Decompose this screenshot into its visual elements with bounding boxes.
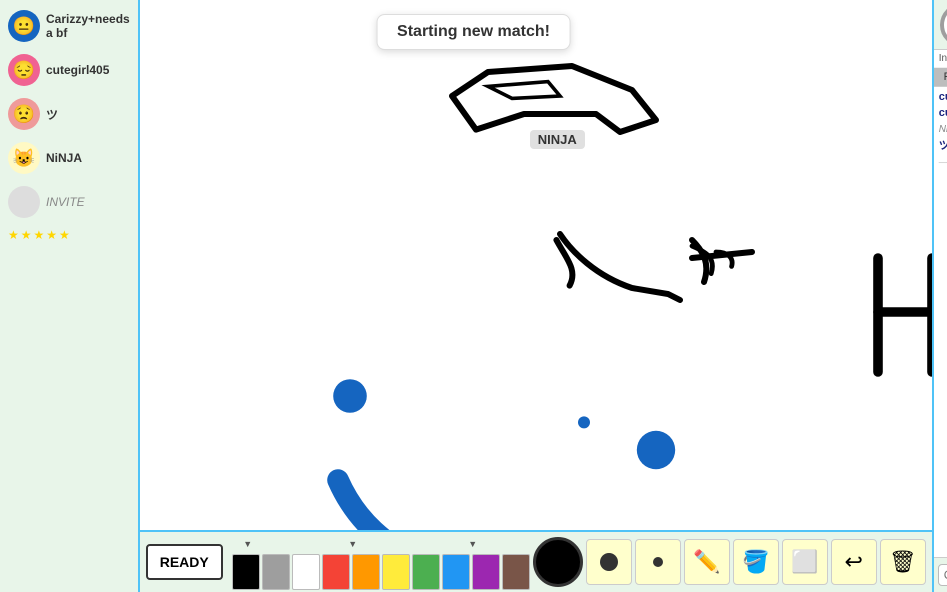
- right-panel: 89 ⋮ 🏠 Invitation: https://drawaria.onli…: [932, 0, 947, 592]
- player-item[interactable]: 😺 NiNJA: [0, 136, 138, 180]
- chat-message: cutegirl405: thats it: [939, 106, 947, 120]
- player-name: ツ: [46, 106, 58, 123]
- app-wrapper: Starting new match! 😐 Carizzy+needs a bf…: [0, 0, 947, 592]
- color-green[interactable]: [412, 554, 440, 590]
- chat-input[interactable]: [938, 564, 947, 586]
- color-gray[interactable]: [262, 554, 290, 590]
- msg-sender: cutegirl405:: [939, 107, 947, 119]
- chat-panel: Invitation: https://drawaria.online/roo …: [934, 50, 947, 592]
- undo-button[interactable]: ↩: [831, 539, 877, 585]
- center-col: NINJA READY ▼ ▼: [140, 0, 932, 592]
- content-row: 😐 Carizzy+needs a bf 😔 cutegirl405 😟 ツ 😺…: [0, 0, 947, 592]
- pencil-tool[interactable]: ✏️: [684, 539, 730, 585]
- chat-message: cutegirl405: there: [939, 90, 947, 104]
- color-orange[interactable]: [352, 554, 380, 590]
- palette-size-col: ▼ ▼ ▼: [232, 534, 530, 590]
- player-item[interactable]: 😐 Carizzy+needs a bf: [0, 4, 138, 48]
- player-name: Carizzy+needs a bf: [46, 12, 130, 40]
- color-palette: [232, 554, 530, 590]
- stars: ★★★★★: [8, 228, 72, 242]
- eraser-tool[interactable]: ⬜: [782, 539, 828, 585]
- invitation-bar: Invitation: https://drawaria.online/roo: [934, 50, 947, 68]
- sidebar: 😐 Carizzy+needs a bf 😔 cutegirl405 😟 ツ 😺…: [0, 0, 140, 592]
- size-arrow-medium: ▼: [338, 534, 368, 552]
- active-color-display[interactable]: [533, 537, 583, 587]
- stars-row: ★★★★★: [0, 224, 138, 246]
- right-top: 89 ⋮ 🏠: [934, 0, 947, 50]
- bottom-toolbar: READY ▼ ▼ ▼: [140, 530, 932, 592]
- color-red[interactable]: [322, 554, 350, 590]
- system-text: NiNJA connected: [939, 124, 947, 135]
- avatar-placeholder: [8, 186, 40, 218]
- avatar: 😺: [8, 142, 40, 174]
- avatar: 😟: [8, 98, 40, 130]
- msg-sender: ツ:: [939, 140, 947, 152]
- fill-tool[interactable]: 🪣: [733, 539, 779, 585]
- avatar: 😔: [8, 54, 40, 86]
- invite-item[interactable]: INVITE: [0, 180, 138, 224]
- player-item[interactable]: 😔 cutegirl405: [0, 48, 138, 92]
- notification-text: Starting new match!: [397, 23, 550, 40]
- clear-button[interactable]: 🗑: [880, 539, 926, 585]
- invite-label: INVITE: [46, 195, 85, 209]
- press-button-message: Press bottom left button: [934, 68, 947, 87]
- chat-divider-line: ──────── o: [939, 156, 947, 170]
- canvas-svg: [140, 0, 932, 530]
- avatar: 😐: [8, 10, 40, 42]
- color-purple[interactable]: [472, 554, 500, 590]
- player-item[interactable]: 😟 ツ: [0, 92, 138, 136]
- drawing-area[interactable]: NINJA: [140, 0, 932, 530]
- brush-size-large[interactable]: [586, 539, 632, 585]
- chat-system-message: NiNJA connected: [939, 123, 947, 136]
- msg-sender: cutegirl405:: [939, 91, 947, 103]
- player-name: cutegirl405: [46, 63, 109, 77]
- ready-button[interactable]: READY: [146, 544, 223, 580]
- size-arrow-small: ▼: [458, 534, 488, 552]
- size-arrow-large: ▼: [233, 534, 263, 552]
- chat-message: ツ: o: [939, 138, 947, 154]
- color-yellow[interactable]: [382, 554, 410, 590]
- chat-messages: cutegirl405: there cutegirl405: thats it…: [934, 87, 947, 557]
- brush-size-medium[interactable]: [635, 539, 681, 585]
- player-name: NiNJA: [46, 151, 82, 165]
- chat-input-row: ★: [934, 557, 947, 592]
- match-notification: Starting new match!: [376, 14, 571, 50]
- color-brown[interactable]: [502, 554, 530, 590]
- color-black[interactable]: [232, 554, 260, 590]
- color-white[interactable]: [292, 554, 320, 590]
- timer: 89: [940, 3, 947, 47]
- color-blue[interactable]: [442, 554, 470, 590]
